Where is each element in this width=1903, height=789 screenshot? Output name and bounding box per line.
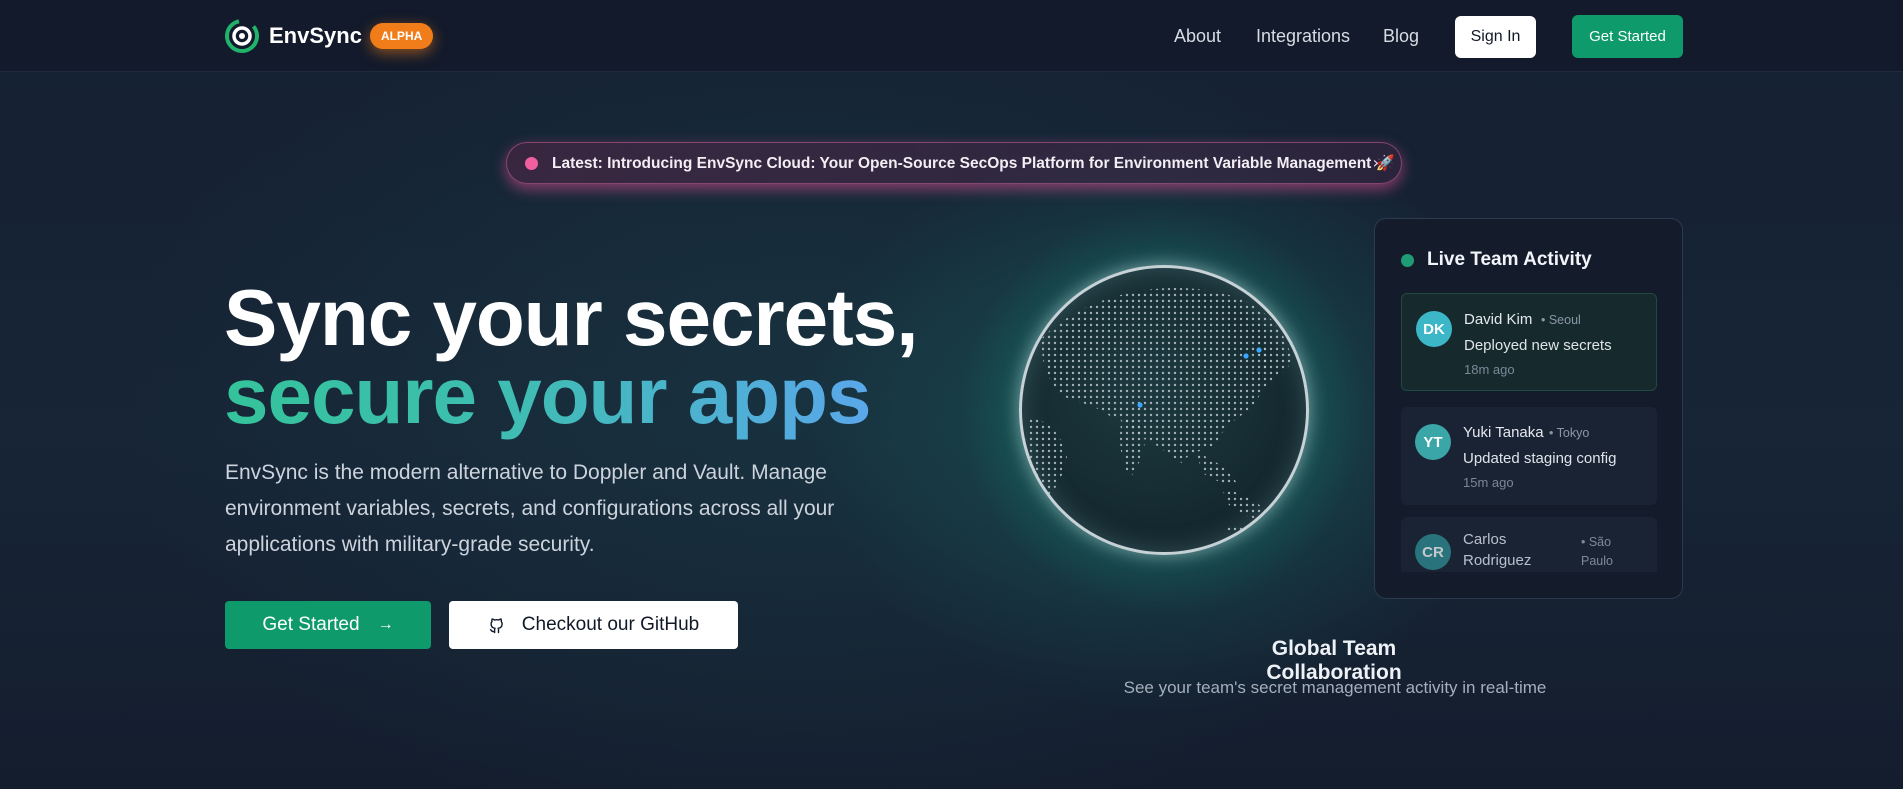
- globe: [1019, 265, 1309, 555]
- landing-page: EnvSync ALPHA About Integrations Blog Si…: [0, 0, 1903, 789]
- world-map-dots: [1025, 288, 1292, 549]
- hero-description: EnvSync is the modern alternative to Dop…: [225, 461, 835, 556]
- activity-item: YT Yuki Tanaka • Tokyo Updated staging c…: [1401, 407, 1657, 505]
- activity-item: DK David Kim • Seoul Deployed new secret…: [1401, 293, 1657, 391]
- top-navbar: EnvSync ALPHA About Integrations Blog Si…: [0, 0, 1903, 72]
- announcement-dot-icon: [525, 156, 538, 170]
- sign-in-button[interactable]: Sign In: [1455, 16, 1536, 58]
- hero-heading-line2: secure your apps: [224, 351, 871, 440]
- activity-action: Updated staging config: [1463, 450, 1617, 467]
- nav-get-started-button[interactable]: Get Started: [1572, 15, 1683, 58]
- activity-user-location: • Seoul: [1541, 313, 1581, 327]
- activity-time: 18m ago: [1464, 362, 1515, 377]
- live-indicator-icon: [1401, 253, 1414, 267]
- brand-name: EnvSync: [269, 23, 362, 48]
- activity-user-name: David Kim: [1464, 311, 1533, 328]
- avatar: DK: [1416, 311, 1452, 347]
- nav-link-about[interactable]: About: [1174, 26, 1221, 47]
- activity-user-location: • São Paulo: [1581, 535, 1613, 568]
- nav-link-integrations[interactable]: Integrations: [1256, 26, 1350, 47]
- collab-subtitle: See your team's secret management activi…: [1123, 678, 1547, 697]
- announcement-text: Latest: Introducing EnvSync Cloud: Your …: [552, 154, 1395, 172]
- globe-visual: [959, 205, 1369, 615]
- activity-user-location: • Tokyo: [1549, 426, 1590, 440]
- chevron-right-icon: ›: [1372, 153, 1379, 172]
- alpha-badge: ALPHA: [369, 23, 434, 49]
- activity-user-name: Yuki Tanaka: [1463, 424, 1544, 441]
- github-button-label: Checkout our GitHub: [521, 614, 700, 635]
- announcement-banner[interactable]: Latest: Introducing EnvSync Cloud: Your …: [506, 142, 1402, 184]
- arrow-right-icon: →: [377, 616, 394, 633]
- avatar: YT: [1415, 424, 1451, 460]
- activity-list[interactable]: DK David Kim • Seoul Deployed new secret…: [1401, 293, 1657, 572]
- avatar: CR: [1415, 534, 1451, 570]
- hero-get-started-button[interactable]: Get Started →: [225, 601, 431, 649]
- github-button[interactable]: Checkout our GitHub: [449, 601, 738, 649]
- live-team-activity-card: Live Team Activity DK David Kim • Seoul …: [1374, 218, 1683, 599]
- envsync-logo-icon: [224, 18, 260, 54]
- activity-title: Live Team Activity: [1427, 249, 1592, 270]
- activity-user-name: Carlos Rodriguez: [1463, 531, 1532, 569]
- activity-item: CR Carlos Rodriguez • São Paulo: [1401, 517, 1657, 572]
- activity-header: Live Team Activity: [1401, 249, 1592, 271]
- activity-time: 15m ago: [1463, 475, 1514, 490]
- github-icon: [488, 616, 506, 634]
- nav-link-blog[interactable]: Blog: [1383, 26, 1419, 47]
- hero-get-started-label: Get Started: [262, 614, 360, 635]
- brand-logo[interactable]: EnvSync ALPHA: [224, 18, 434, 54]
- activity-action: Deployed new secrets: [1464, 337, 1612, 354]
